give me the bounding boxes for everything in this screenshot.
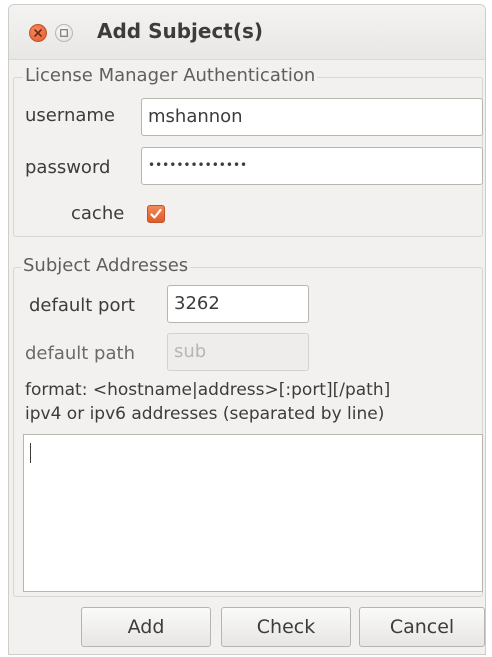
close-button[interactable] [29,24,47,42]
password-label: password [25,157,111,178]
subjects-legend: Subject Addresses [21,255,191,276]
addresses-textarea[interactable] [23,434,483,592]
password-field[interactable]: •••••••••••••• [141,147,483,185]
cache-checkbox[interactable] [147,205,165,223]
default-port-label: default port [29,295,135,316]
maximize-button[interactable] [55,24,73,42]
maximize-icon [60,29,68,37]
username-label: username [25,105,115,126]
title-bar: Add Subject(s) [9,5,485,60]
username-field[interactable]: mshannon [141,98,483,136]
cache-label: cache [71,203,125,224]
default-path-field: sub [167,333,309,371]
dialog-window: Add Subject(s) License Manager Authentic… [8,4,486,655]
window-title: Add Subject(s) [97,19,264,43]
cancel-button[interactable]: Cancel [359,607,485,647]
default-path-label: default path [25,343,135,364]
auth-legend: License Manager Authentication [23,65,318,86]
default-port-field[interactable]: 3262 [167,285,309,323]
close-icon [34,29,42,37]
text-cursor [30,443,31,463]
address-hint: ipv4 or ipv6 addresses (separated by lin… [25,404,385,424]
checkmark-icon [150,208,162,219]
check-button[interactable]: Check [221,607,351,647]
format-hint: format: <hostname|address>[:port][/path] [25,380,391,400]
add-button[interactable]: Add [81,607,211,647]
